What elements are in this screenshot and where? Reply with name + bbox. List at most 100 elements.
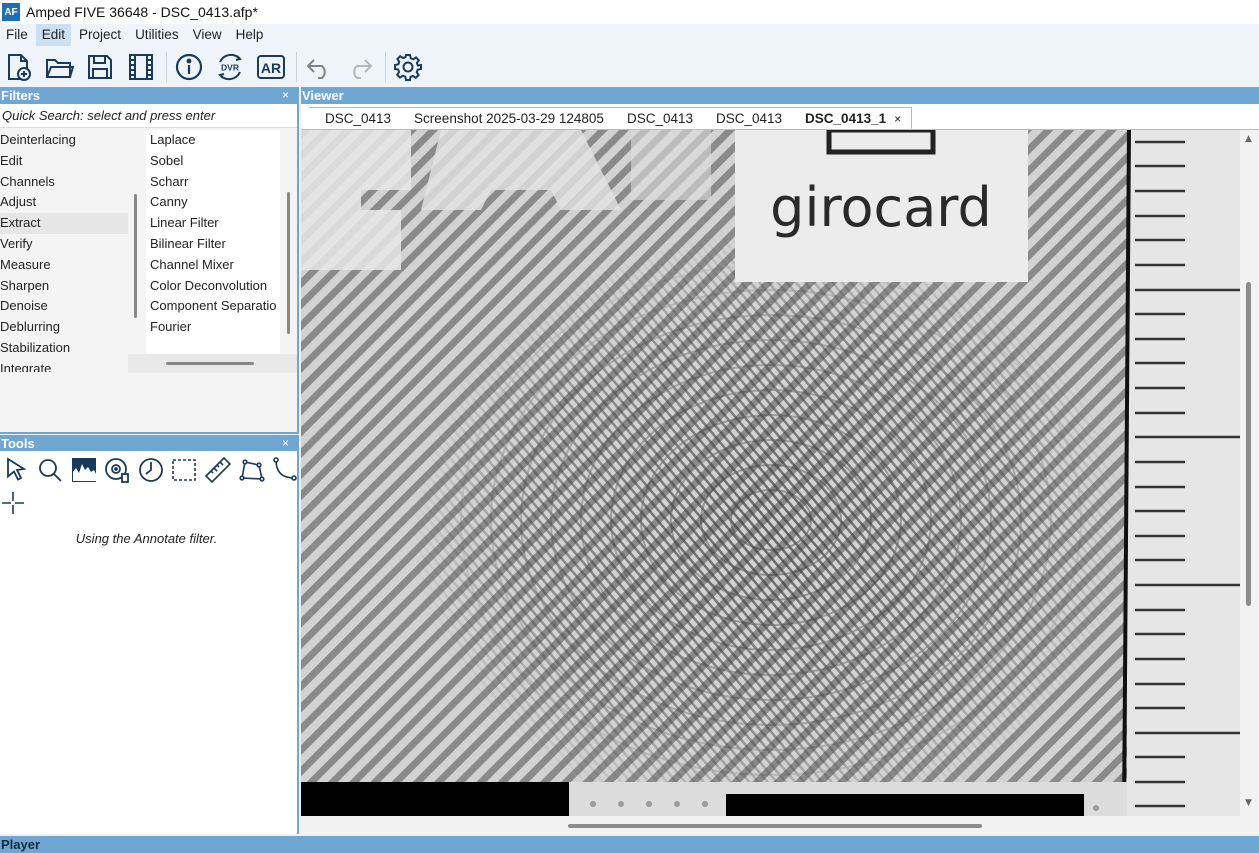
info-icon [175,53,203,80]
filter-laplace[interactable]: Laplace [146,130,280,151]
polygon-icon [239,459,265,482]
disc-icon [105,458,130,483]
redo-button[interactable] [344,51,376,83]
title-bar: AF Amped FIVE 36648 - DSC_0413.afp* [0,0,1259,24]
filter-linear-filter[interactable]: Linear Filter [146,213,280,234]
histogram-tool-button[interactable] [67,455,101,485]
category-verify[interactable]: Verify [0,234,128,255]
open-project-button[interactable] [43,51,75,83]
filters-title: Filters [1,88,41,103]
curve-tool-button[interactable] [268,455,302,485]
polygon-tool-button[interactable] [235,455,269,485]
redo-icon [353,58,373,79]
main-toolbar: DVR AR [0,46,1259,87]
pointer-icon [6,457,27,481]
category-deblurring[interactable]: Deblurring [0,317,128,338]
scroll-up-icon[interactable]: ▲ [1245,134,1252,144]
zoom-tool-button[interactable] [34,455,68,485]
open-folder-icon [46,58,74,78]
menu-file[interactable]: File [0,24,34,46]
crosshair-tool-button[interactable] [0,489,26,517]
vertical-scroll-thumb[interactable] [1246,282,1251,606]
ruler-icon [204,456,231,484]
category-denoise[interactable]: Denoise [0,296,128,317]
menu-help[interactable]: Help [230,24,270,46]
menu-project[interactable]: Project [73,24,127,46]
viewer-horizontal-scrollbar[interactable] [301,816,1240,834]
menu-edit[interactable]: Edit [35,24,72,46]
viewer-tab[interactable]: DSC_0413 [700,107,794,129]
viewer-tab[interactable]: DSC_0413 [610,107,704,129]
category-measure[interactable]: Measure [0,255,128,276]
panel-divider[interactable] [0,432,299,434]
category-channels[interactable]: Channels [0,172,128,193]
selection-rect-icon [172,459,197,481]
selection-tool-button[interactable] [168,455,202,485]
menu-bar: File Edit Project Utilities View Help [0,24,1259,46]
disc-tool-button[interactable] [101,455,135,485]
image-canvas[interactable]: girocard [301,130,1240,816]
tools-close-button[interactable]: × [282,435,289,452]
filter-bilinear-filter[interactable]: Bilinear Filter [146,234,280,255]
filter-item-list: Laplace Sobel Scharr Canny Linear Filter… [146,130,280,354]
new-project-icon [8,53,31,81]
viewer-tab[interactable]: DSC_0413 [309,107,403,129]
clock-icon [138,458,163,482]
category-integrate[interactable]: Integrate [0,359,128,372]
viewer-vertical-scrollbar[interactable]: ▲ ▼ [1240,130,1259,816]
settings-button[interactable] [392,51,424,83]
filter-horizontal-scrollbar[interactable] [166,362,254,365]
category-scrollbar[interactable] [134,194,137,318]
filter-sobel[interactable]: Sobel [146,151,280,172]
ar-icon: AR [257,54,285,79]
menu-view[interactable]: View [187,24,228,46]
category-stabilization[interactable]: Stabilization [0,338,128,359]
tools-status-text: Using the Annotate filter. [75,531,218,546]
category-extract[interactable]: Extract [0,213,128,234]
fingerprint-image: girocard [301,130,1240,816]
horizontal-scroll-thumb[interactable] [568,824,982,828]
filter-scharr[interactable]: Scharr [146,172,280,193]
video-film-icon [129,53,153,80]
player-title: Player [1,837,41,852]
ruler-tool-button[interactable] [201,455,235,485]
filter-fourier[interactable]: Fourier [146,317,280,338]
filter-vertical-scrollbar[interactable] [287,192,290,334]
filters-panel: Quick Search: select and press enter Dei… [0,104,299,432]
dvr-button[interactable]: DVR [214,51,246,83]
info-button[interactable] [173,51,205,83]
window-title: Amped FIVE 36648 - DSC_0413.afp* [26,4,258,20]
filters-close-button[interactable]: × [282,87,289,104]
svg-text:DVR: DVR [221,62,239,72]
tab-label: DSC_0413 [626,111,693,126]
new-project-button[interactable] [2,51,34,83]
app-logo: AF [2,3,20,21]
viewer-tab[interactable]: Screenshot 2025-03-29 124805 [398,107,615,129]
video-button[interactable] [125,51,157,83]
category-deinterlacing[interactable]: Deinterlacing [0,130,128,151]
filter-color-deconvolution[interactable]: Color Deconvolution [146,276,280,297]
clock-tool-button[interactable] [134,455,168,485]
save-button[interactable] [84,51,116,83]
category-edit[interactable]: Edit [0,151,128,172]
menu-utilities[interactable]: Utilities [129,24,185,46]
toolbar-separator [296,51,297,82]
curve-icon [272,457,297,481]
filter-canny[interactable]: Canny [146,192,280,213]
category-adjust[interactable]: Adjust [0,192,128,213]
filter-component-separation[interactable]: Component Separatio [146,296,280,317]
settings-gear-icon [394,53,422,81]
ar-button[interactable]: AR [255,51,287,83]
undo-button[interactable] [303,51,335,83]
filter-channel-mixer[interactable]: Channel Mixer [146,255,280,276]
filters-panel-header: Filters × [0,87,299,104]
category-sharpen[interactable]: Sharpen [0,276,128,297]
quick-search-input[interactable]: Quick Search: select and press enter [0,104,297,128]
scroll-down-icon[interactable]: ▼ [1245,798,1252,808]
tab-label: DSC_0413 [716,111,783,126]
tab-close-button[interactable]: × [894,112,901,126]
filter-category-list: Deinterlacing Edit Channels Adjust Extra… [0,130,128,372]
svg-text:AR: AR [261,60,281,76]
viewer-tab-active[interactable]: DSC_0413_1 × [789,107,913,129]
pointer-tool-button[interactable] [0,455,34,485]
